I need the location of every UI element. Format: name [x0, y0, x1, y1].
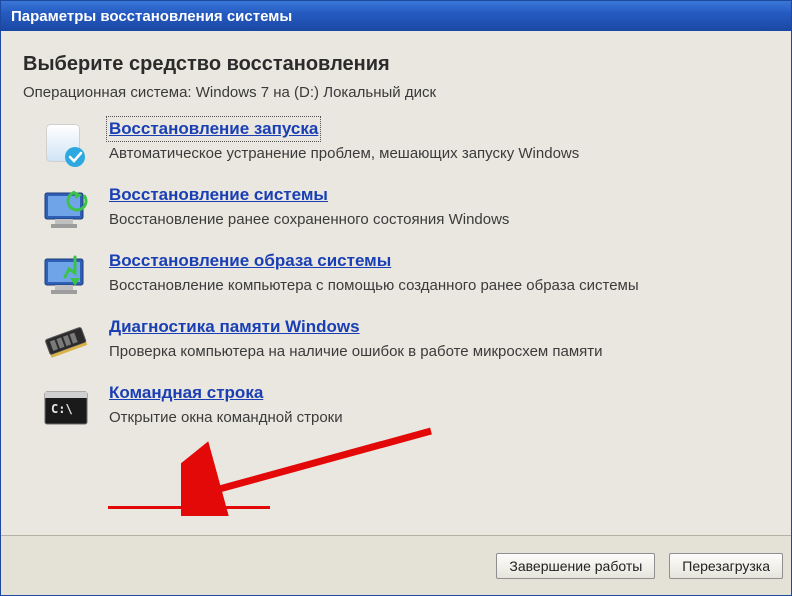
system-restore-icon — [41, 185, 91, 235]
os-info-line: Операционная система: Windows 7 на (D:) … — [23, 84, 769, 101]
memory-diagnostic-link[interactable]: Диагностика памяти Windows — [109, 317, 360, 337]
command-prompt-icon: C:\ — [41, 383, 91, 433]
system-restore-link[interactable]: Восстановление системы — [109, 185, 328, 205]
option-system-restore: Восстановление системы Восстановление ра… — [41, 185, 769, 235]
system-restore-desc: Восстановление ранее сохраненного состоя… — [109, 211, 509, 228]
image-recovery-icon — [41, 251, 91, 301]
titlebar: Параметры восстановления системы — [1, 1, 791, 31]
recovery-options-list: Восстановление запуска Автоматическое ус… — [41, 119, 769, 433]
system-recovery-window: Параметры восстановления системы Выберит… — [0, 0, 792, 596]
command-prompt-link[interactable]: Командная строка — [109, 383, 263, 403]
option-command-prompt: C:\ Командная строка Открытие окна коман… — [41, 383, 769, 433]
startup-repair-link[interactable]: Восстановление запуска — [109, 119, 318, 139]
option-startup-repair: Восстановление запуска Автоматическое ус… — [41, 119, 769, 169]
window-body: Выберите средство восстановления Операци… — [1, 31, 791, 595]
image-recovery-desc: Восстановление компьютера с помощью созд… — [109, 277, 639, 294]
memory-diagnostic-desc: Проверка компьютера на наличие ошибок в … — [109, 343, 603, 360]
restart-button[interactable]: Перезагрузка — [669, 553, 783, 579]
option-memory-diagnostic: Диагностика памяти Windows Проверка комп… — [41, 317, 769, 367]
shutdown-button[interactable]: Завершение работы — [496, 553, 655, 579]
svg-text:C:\: C:\ — [51, 402, 73, 416]
memory-diagnostic-icon — [41, 317, 91, 367]
startup-repair-desc: Автоматическое устранение проблем, мешаю… — [109, 145, 579, 162]
annotation-arrow — [181, 426, 441, 516]
page-heading: Выберите средство восстановления — [23, 53, 769, 76]
option-image-recovery: Восстановление образа системы Восстановл… — [41, 251, 769, 301]
footer-bar: Завершение работы Перезагрузка — [1, 535, 791, 595]
annotation-underline — [108, 506, 270, 509]
command-prompt-desc: Открытие окна командной строки — [109, 409, 343, 426]
startup-repair-icon — [41, 119, 91, 169]
window-title: Параметры восстановления системы — [11, 8, 292, 25]
image-recovery-link[interactable]: Восстановление образа системы — [109, 251, 391, 271]
